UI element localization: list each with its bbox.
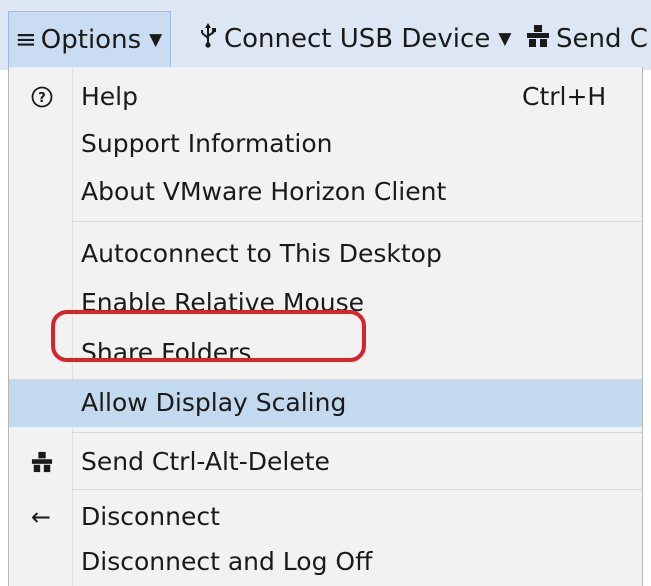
menu-item-about[interactable]: About VMware Horizon Client (9, 168, 642, 216)
menu-item-support-information[interactable]: Support Information (9, 120, 642, 168)
menu-item-label: Disconnect (81, 502, 220, 531)
menu-item-autoconnect[interactable]: Autoconnect to This Desktop (9, 230, 642, 278)
send-ctrl-alt-del-button[interactable]: Send C (526, 14, 648, 64)
connect-usb-device-button[interactable]: Connect USB Device ▼ (200, 14, 511, 64)
menu-item-help[interactable]: ? Help Ctrl+H (9, 73, 642, 121)
chevron-down-icon: ▼ (149, 29, 163, 50)
menu-item-enable-relative-mouse[interactable]: Enable Relative Mouse (9, 279, 642, 327)
menu-item-send-ctrl-alt-delete[interactable]: Send Ctrl-Alt-Delete (9, 438, 642, 486)
options-label: Options (40, 24, 142, 55)
menu-item-label: Send Ctrl-Alt-Delete (81, 447, 330, 476)
menu-item-share-folders[interactable]: Share Folders (9, 329, 642, 377)
usb-label: Connect USB Device (224, 24, 491, 54)
menu-item-disconnect[interactable]: ← Disconnect (9, 493, 642, 541)
menu-item-label: Support Information (81, 129, 333, 158)
shortcut-label: Ctrl+H (522, 82, 607, 111)
menu-item-allow-display-scaling[interactable]: Allow Display Scaling (9, 379, 642, 427)
svg-text:?: ? (38, 91, 46, 106)
menu-separator (72, 432, 642, 433)
menu-item-label: Allow Display Scaling (81, 388, 347, 417)
toolbar: ≡ Options ▼ Connect USB Device ▼ Send C (0, 0, 651, 70)
options-menu-button[interactable]: ≡ Options ▼ (8, 11, 172, 67)
menu-item-label: Autoconnect to This Desktop (81, 239, 442, 268)
menu-item-label: Share Folders (81, 338, 252, 367)
menu-separator (72, 489, 642, 490)
menu-item-label: Disconnect and Log Off (81, 547, 373, 576)
menu-item-label: About VMware Horizon Client (81, 177, 447, 206)
send-label: Send C (556, 24, 648, 54)
menu-item-disconnect-and-log-off[interactable]: Disconnect and Log Off (9, 538, 642, 586)
usb-icon (200, 22, 216, 56)
keyboard-keys-icon (31, 438, 53, 486)
menu-separator (72, 221, 642, 222)
arrow-left-icon: ← (31, 503, 52, 531)
hamburger-icon: ≡ (15, 24, 37, 55)
keyboard-keys-icon (526, 24, 550, 55)
menu-item-label: Enable Relative Mouse (81, 288, 364, 317)
options-dropdown-menu: ? Help Ctrl+H Support Information About … (8, 67, 643, 586)
menu-item-label: Help (81, 82, 138, 111)
chevron-down-icon: ▼ (498, 29, 512, 49)
help-circle-icon: ? (31, 73, 53, 121)
